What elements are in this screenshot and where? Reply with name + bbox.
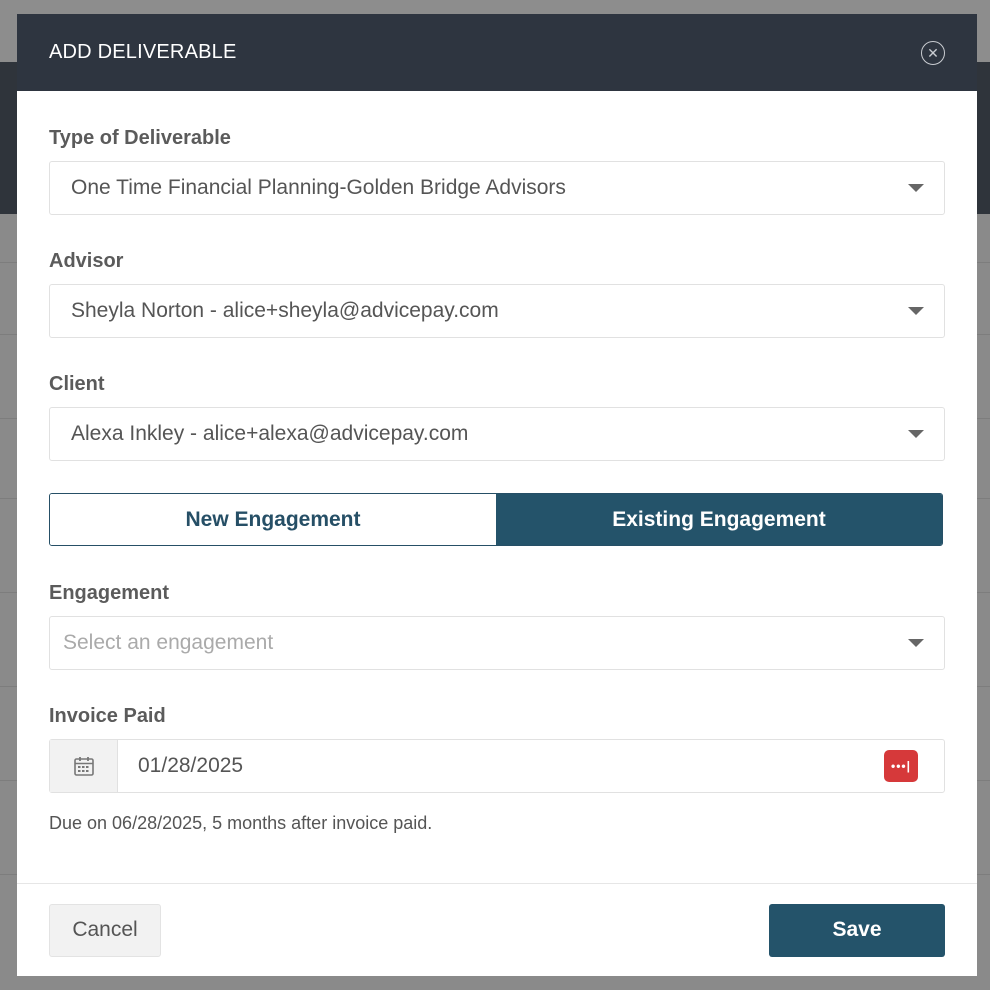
client-field: Client Alexa Inkley - alice+alexa@advice… [49,373,945,461]
invoice-paid-date-input[interactable]: 01/28/2025 •••| [49,739,945,793]
password-manager-icon[interactable]: •••| [884,750,918,782]
invoice-paid-label: Invoice Paid [49,705,166,727]
engagement-label: Engagement [49,582,170,604]
type-of-deliverable-value: One Time Financial Planning-Golden Bridg… [71,176,566,199]
modal-body: Type of Deliverable One Time Financial P… [17,91,977,834]
invoice-paid-field: Invoice Paid 01/28/2025 •••| Due on 06/2… [49,705,945,834]
type-of-deliverable-select[interactable]: One Time Financial Planning-Golden Bridg… [49,161,945,215]
client-value: Alexa Inkley - alice+alexa@advicepay.com [71,422,469,445]
type-of-deliverable-label: Type of Deliverable [49,127,231,149]
advisor-value: Sheyla Norton - alice+sheyla@advicepay.c… [71,299,499,322]
client-select[interactable]: Alexa Inkley - alice+alexa@advicepay.com [49,407,945,461]
calendar-icon[interactable] [50,740,118,792]
chevron-down-icon [908,430,924,438]
engagement-placeholder: Select an engagement [63,631,274,654]
invoice-paid-value[interactable]: 01/28/2025 [118,754,884,778]
save-button[interactable]: Save [769,903,945,957]
modal-header: ADD DELIVERABLE ✕ [17,14,977,91]
type-of-deliverable-field: Type of Deliverable One Time Financial P… [49,127,945,215]
chevron-down-icon [908,307,924,315]
add-deliverable-modal: ADD DELIVERABLE ✕ Type of Deliverable On… [17,14,977,976]
due-date-hint: Due on 06/28/2025, 5 months after invoic… [49,813,433,833]
advisor-field: Advisor Sheyla Norton - alice+sheyla@adv… [49,250,945,338]
engagement-type-toggle: New Engagement Existing Engagement [49,493,943,546]
modal-footer: Cancel Save [17,883,977,976]
engagement-select[interactable]: Select an engagement [49,616,945,670]
client-label: Client [49,373,105,395]
existing-engagement-button[interactable]: Existing Engagement [496,494,942,545]
new-engagement-button[interactable]: New Engagement [50,494,496,545]
modal-title: ADD DELIVERABLE [49,41,237,63]
advisor-label: Advisor [49,250,124,272]
chevron-down-icon [908,639,924,647]
chevron-down-icon [908,184,924,192]
close-icon[interactable]: ✕ [921,40,945,65]
advisor-select[interactable]: Sheyla Norton - alice+sheyla@advicepay.c… [49,284,945,338]
engagement-field: Engagement Select an engagement [49,582,945,670]
cancel-button[interactable]: Cancel [49,903,161,957]
